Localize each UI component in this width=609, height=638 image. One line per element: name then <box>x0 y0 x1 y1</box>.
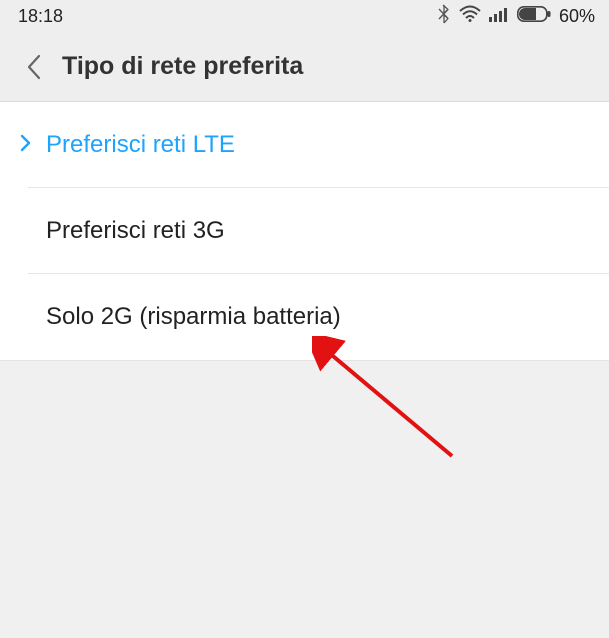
option-3g[interactable]: Preferisci reti 3G <box>0 188 609 274</box>
option-label: Preferisci reti LTE <box>46 131 235 159</box>
battery-percent: 60% <box>559 6 595 27</box>
option-label: Solo 2G (risparmia batteria) <box>46 303 341 331</box>
signal-icon <box>489 6 509 27</box>
back-button[interactable] <box>14 47 54 87</box>
chevron-left-icon <box>26 54 42 80</box>
page-title: Tipo di rete preferita <box>62 52 303 81</box>
chevron-right-icon <box>20 134 31 157</box>
wifi-icon <box>459 5 481 28</box>
options-list: Preferisci reti LTE Preferisci reti 3G S… <box>0 102 609 361</box>
bluetooth-icon <box>437 4 451 29</box>
status-bar: 18:18 60% <box>0 0 609 32</box>
option-label: Preferisci reti 3G <box>46 217 225 245</box>
option-2g[interactable]: Solo 2G (risparmia batteria) <box>0 274 609 360</box>
battery-icon <box>517 6 551 27</box>
header: Tipo di rete preferita <box>0 32 609 102</box>
status-time: 18:18 <box>18 6 63 27</box>
option-lte[interactable]: Preferisci reti LTE <box>0 102 609 188</box>
status-icons: 60% <box>437 4 595 29</box>
